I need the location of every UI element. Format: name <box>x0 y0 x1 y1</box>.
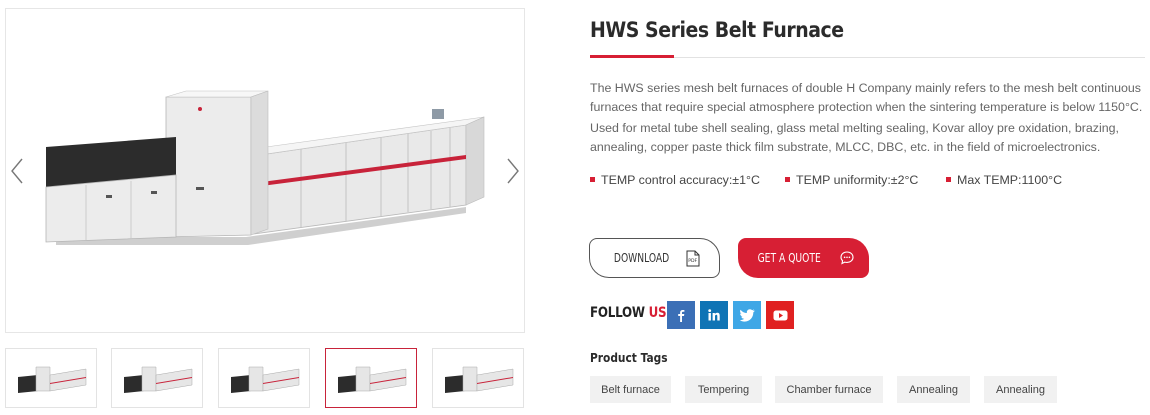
product-tag[interactable]: Annealing <box>897 376 970 403</box>
belt-furnace-illustration <box>45 90 485 245</box>
youtube-icon <box>773 310 787 320</box>
facebook-icon <box>678 310 685 322</box>
square-bullet-icon <box>590 177 595 183</box>
spec-label: TEMP control accuracy:±1°C <box>601 173 760 187</box>
gallery-thumbnail-4[interactable] <box>325 348 417 408</box>
download-button[interactable]: DOWNLOAD PDF <box>589 238 720 278</box>
product-description-1: The HWS series mesh belt furnaces of dou… <box>590 81 1143 114</box>
gallery-thumbnail-5[interactable] <box>432 348 524 408</box>
linkedin-icon <box>708 309 720 321</box>
spec-label: TEMP uniformity:±2°C <box>796 173 919 187</box>
product-main-image <box>5 8 525 333</box>
get-a-quote-button[interactable]: GET A QUOTE <box>738 238 869 278</box>
product-tag[interactable]: Chamber furnace <box>775 376 883 403</box>
title-divider-accent <box>590 55 674 58</box>
product-tag[interactable]: Tempering <box>685 376 762 403</box>
get-a-quote-button-label: GET A QUOTE <box>757 251 822 265</box>
chevron-left-icon <box>11 158 23 184</box>
youtube-link[interactable] <box>766 301 794 329</box>
spec-max-temp: Max TEMP:1100°C <box>946 173 1062 187</box>
follow-label: FOLLOW <box>590 305 645 321</box>
gallery-next-arrow[interactable] <box>506 157 520 185</box>
square-bullet-icon <box>946 177 951 183</box>
product-tags-heading: Product Tags <box>590 350 668 365</box>
follow-label-accent: US <box>648 305 667 321</box>
square-bullet-icon <box>785 177 790 183</box>
product-tag[interactable]: Belt furnace <box>590 376 671 403</box>
gallery-thumbnail-1[interactable] <box>5 348 97 408</box>
gallery-thumbnail-2[interactable] <box>111 348 203 408</box>
facebook-link[interactable] <box>667 301 695 329</box>
pdf-icon: PDF <box>686 250 700 266</box>
product-tag[interactable]: Annealing <box>984 376 1057 403</box>
twitter-icon <box>739 308 755 322</box>
chat-bubble-icon <box>840 251 854 265</box>
product-description-2: Used for metal tube shell sealing, glass… <box>590 121 1119 154</box>
linkedin-link[interactable] <box>700 301 728 329</box>
svg-text:PDF: PDF <box>688 258 697 264</box>
follow-us-label: FOLLOW US <box>590 305 667 321</box>
spec-temp-uniformity: TEMP uniformity:±2°C <box>785 173 918 187</box>
spec-temp-accuracy: TEMP control accuracy:±1°C <box>590 173 760 187</box>
product-title: HWS Series Belt Furnace <box>590 18 844 42</box>
gallery-prev-arrow[interactable] <box>10 157 24 185</box>
download-button-label: DOWNLOAD <box>613 251 670 265</box>
gallery-thumbnail-3[interactable] <box>218 348 310 408</box>
twitter-link[interactable] <box>733 301 761 329</box>
gallery-thumbnails <box>5 348 526 408</box>
spec-label: Max TEMP:1100°C <box>957 173 1063 187</box>
chevron-right-icon <box>507 158 519 184</box>
